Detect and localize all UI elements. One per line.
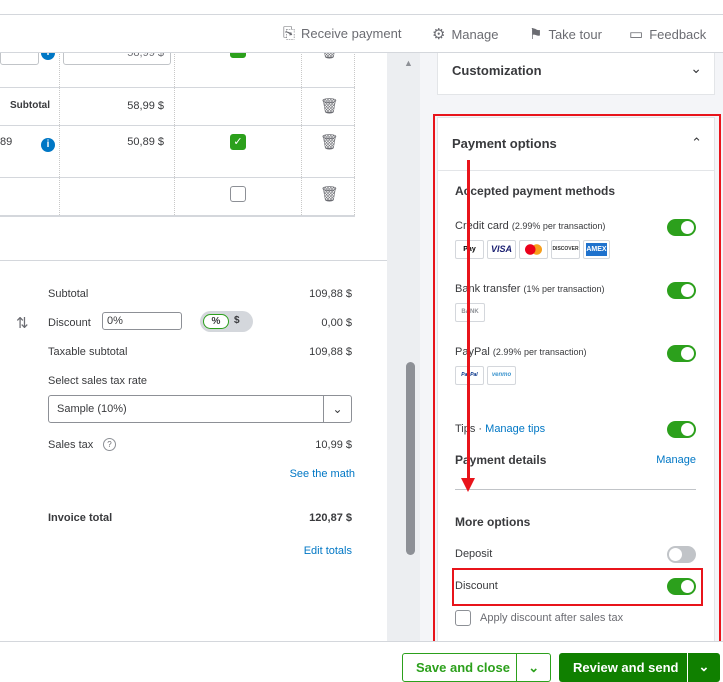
subtotal-amount: 58,99 $ — [127, 100, 164, 112]
discount-input[interactable]: 0% — [102, 312, 182, 330]
save-and-close-button[interactable]: Save and close ⌄ — [402, 653, 551, 682]
arrow-head-icon — [461, 478, 475, 492]
signpost-icon: ⚑ — [529, 26, 543, 43]
customization-section[interactable]: Customization ⌄ — [437, 51, 715, 95]
annotation-arrow — [467, 160, 470, 480]
discount-label: Discount — [48, 317, 91, 329]
subtotal-label: Subtotal — [48, 288, 89, 300]
tax-rate-value: Sample (10%) — [57, 403, 127, 415]
annotation-box — [452, 568, 703, 606]
table-row: 89 i 50,89 $ ✓ 🗑 — [0, 126, 355, 178]
rate-value: 89 — [0, 136, 13, 148]
trash-icon[interactable]: 🗑 — [320, 185, 339, 203]
taxable-checkbox[interactable] — [230, 186, 246, 202]
trash-icon[interactable]: 🗑 — [320, 53, 339, 60]
taxable-checkbox[interactable]: ✓ — [230, 134, 246, 150]
sales-tax-value: 10,99 $ — [315, 439, 352, 451]
invoice-total-label: Invoice total — [48, 512, 113, 524]
subtotal-label: Subtotal — [10, 100, 50, 111]
discount-type-toggle[interactable]: % $ — [200, 311, 253, 332]
feedback-button[interactable]: ▭ Feedback — [629, 25, 706, 43]
scrollbar-thumb[interactable] — [406, 362, 415, 555]
receive-payment-button[interactable]: ⎘ Receive payment — [283, 25, 401, 42]
chevron-down-icon[interactable]: ⌄ — [323, 396, 351, 422]
edit-totals-link[interactable]: Edit totals — [304, 545, 352, 557]
taxable-subtotal-label: Taxable subtotal — [48, 346, 128, 358]
table-row: i 58,99 $ 🗑 — [0, 53, 355, 88]
subtotal-value: 109,88 $ — [309, 288, 352, 300]
table-row: 🗑 — [0, 178, 355, 217]
percent-option[interactable]: % — [203, 314, 229, 329]
footer: Save and close ⌄ Review and send ⌄ — [0, 641, 723, 682]
rate-input[interactable] — [0, 53, 39, 65]
tax-rate-select[interactable]: Sample (10%) ⌄ — [48, 395, 352, 423]
gear-icon: ⚙ — [432, 26, 446, 43]
dollar-option[interactable]: $ — [234, 315, 240, 326]
chevron-down-icon[interactable]: ⌄ — [690, 60, 702, 77]
chat-icon: ▭ — [629, 26, 644, 43]
swap-icon[interactable]: ⇅ — [16, 314, 29, 332]
table-row: Subtotal 58,99 $ 🗑 — [0, 88, 355, 126]
invoice-editor: i 58,99 $ 🗑 Subtotal 58,99 $ 🗑 89 i 50,8… — [0, 53, 387, 641]
divider — [0, 260, 387, 261]
trash-icon[interactable]: 🗑 — [320, 97, 339, 115]
scroll-up-icon[interactable]: ▲ — [404, 58, 413, 68]
info-icon[interactable]: i — [41, 138, 55, 152]
help-icon[interactable]: ? — [103, 438, 116, 451]
taxable-subtotal-value: 109,88 $ — [309, 346, 352, 358]
header-toolbar: ⎘ Receive payment ⚙ Manage ⚑ Take tour ▭ Fee… — [0, 15, 723, 53]
chevron-down-icon[interactable]: ⌄ — [687, 653, 720, 682]
see-the-math-link[interactable]: See the math — [290, 468, 355, 480]
amount-input[interactable]: 58,99 $ — [63, 53, 171, 65]
scrollbar[interactable]: ▲ — [387, 53, 420, 641]
info-icon[interactable]: i — [41, 53, 55, 60]
discount-value: 0,00 $ — [321, 317, 352, 329]
sales-tax-label: Sales tax — [48, 439, 94, 451]
amount-value: 50,89 $ — [127, 136, 164, 148]
receive-payment-icon: ⎘ — [283, 25, 296, 42]
chevron-down-icon[interactable]: ⌄ — [516, 654, 550, 681]
customization-title: Customization — [452, 63, 542, 78]
tax-rate-label: Select sales tax rate — [48, 375, 148, 387]
take-tour-button[interactable]: ⚑ Take tour — [529, 25, 602, 43]
review-and-send-button[interactable]: Review and send ⌄ — [559, 653, 720, 682]
manage-button[interactable]: ⚙ Manage — [432, 25, 498, 43]
taxable-checkbox[interactable] — [230, 53, 246, 58]
trash-icon[interactable]: 🗑 — [320, 133, 339, 151]
invoice-total-value: 120,87 $ — [309, 512, 352, 524]
